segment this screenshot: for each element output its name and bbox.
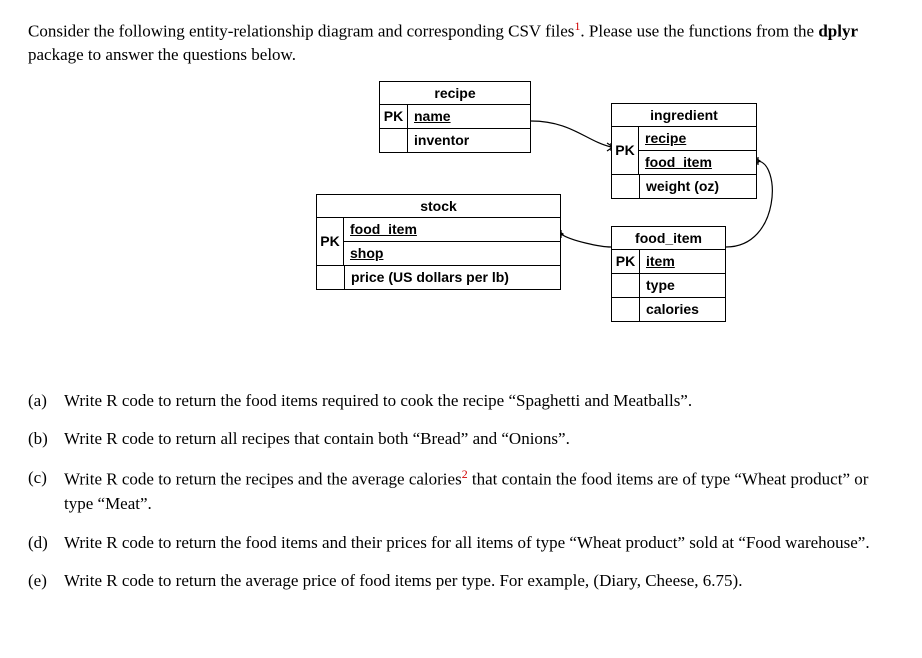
entity-stock-attr-shop: shop: [344, 242, 561, 266]
entity-fooditem-pk: PK: [612, 250, 640, 273]
entity-fooditem-attr-calories: calories: [640, 298, 725, 321]
entity-stock: stock PK food_item shop price (US dollar…: [316, 194, 561, 291]
question-b-label: (b): [28, 427, 64, 452]
intro-text-2a: functions from the: [689, 22, 819, 41]
entity-stock-attr-price: price (US dollars per lb): [345, 266, 560, 289]
entity-ingredient-attr-fooditem: food_item: [639, 151, 757, 175]
entity-stock-attr-fooditem: food_item: [344, 218, 561, 242]
questions-list: (a) Write R code to return the food item…: [28, 389, 894, 595]
question-b: (b) Write R code to return all recipes t…: [28, 427, 894, 452]
question-a-text: Write R code to return the food items re…: [64, 389, 894, 414]
intro-text-1b: . Please use the: [580, 22, 684, 41]
question-a-label: (a): [28, 389, 64, 414]
entity-fooditem-attr-item: item: [640, 250, 725, 273]
entity-ingredient-attr-recipe: recipe: [639, 127, 757, 151]
entity-recipe-attr-inventor: inventor: [408, 129, 530, 152]
intro-bold: dplyr: [818, 22, 858, 41]
question-a: (a) Write R code to return the food item…: [28, 389, 894, 414]
entity-fooditem-title: food_item: [611, 226, 726, 250]
entity-stock-title: stock: [316, 194, 561, 218]
question-c: (c) Write R code to return the recipes a…: [28, 466, 894, 517]
entity-fooditem-attr-type: type: [640, 274, 725, 297]
entity-ingredient-title: ingredient: [611, 103, 757, 127]
intro-text-2b: package to answer the questions below.: [28, 45, 296, 64]
question-d-text: Write R code to return the food items an…: [64, 531, 894, 556]
entity-stock-pk: PK: [316, 218, 344, 266]
entity-recipe-pk: PK: [380, 105, 408, 128]
question-e: (e) Write R code to return the average p…: [28, 569, 894, 594]
entity-recipe-attr-name: name: [408, 105, 530, 128]
question-c-text-a: Write R code to return the recipes and t…: [64, 469, 462, 488]
entity-ingredient: ingredient PK recipe food_item weight (o…: [611, 103, 757, 200]
question-b-text: Write R code to return all recipes that …: [64, 427, 894, 452]
question-e-label: (e): [28, 569, 64, 594]
entity-ingredient-pk: PK: [611, 127, 639, 175]
question-c-label: (c): [28, 466, 64, 517]
er-diagram: recipe PK name inventor ingredient PK re…: [131, 81, 791, 361]
question-c-text: Write R code to return the recipes and t…: [64, 466, 894, 517]
question-d-label: (d): [28, 531, 64, 556]
question-d: (d) Write R code to return the food item…: [28, 531, 894, 556]
question-e-text: Write R code to return the average price…: [64, 569, 894, 594]
intro-text-1a: Consider the following entity-relationsh…: [28, 22, 574, 41]
intro-paragraph: Consider the following entity-relationsh…: [28, 18, 894, 67]
entity-ingredient-attr-weight: weight (oz): [640, 175, 756, 198]
entity-fooditem: food_item PK item type calories: [611, 226, 726, 323]
entity-recipe: recipe PK name inventor: [379, 81, 531, 154]
entity-recipe-title: recipe: [379, 81, 531, 105]
